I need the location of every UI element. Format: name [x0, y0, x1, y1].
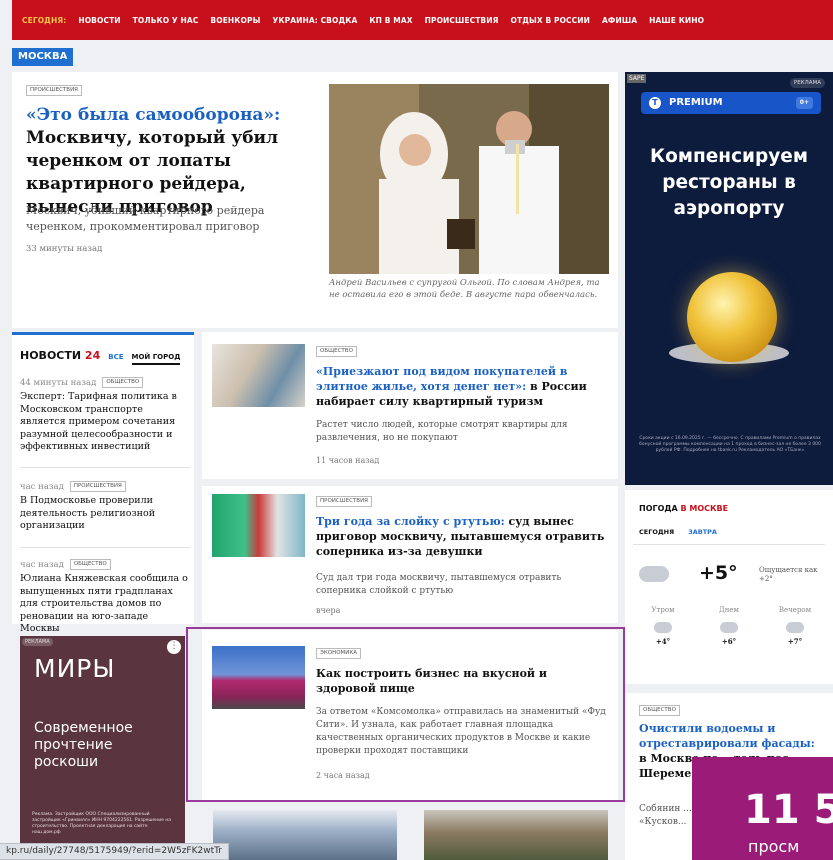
- story-lead: Растет число людей, которые смотрят квар…: [316, 420, 568, 443]
- forecast-evening: Вечером +7°: [765, 606, 825, 646]
- news24-header: НОВОСТИ 24 ВСЕ МОЙ ГОРОД: [20, 349, 181, 365]
- story-thumbnail[interactable]: [212, 344, 305, 407]
- tab-my-city[interactable]: МОЙ ГОРОД: [131, 353, 181, 365]
- list-item-tag[interactable]: ОБЩЕСТВО: [102, 377, 144, 388]
- story-title[interactable]: Три года за слойку с ртутью: суд вынес п…: [316, 514, 606, 559]
- featured-title[interactable]: «Это была самооборона»: Москвичу, которы…: [26, 104, 324, 219]
- premium-ad-banner[interactable]: SAPE РЕКЛАМА T PREMIUM 0+ Компенсируем р…: [625, 72, 833, 485]
- story-card[interactable]: ОБЩЕСТВО «Приезжают под видом покупателе…: [202, 332, 618, 479]
- sape-label: SAPE: [627, 74, 647, 83]
- news24-title: НОВОСТИ 24: [20, 349, 101, 362]
- list-item-text[interactable]: В Подмосковье проверили деятельность рел…: [20, 495, 190, 533]
- divider: [20, 467, 190, 468]
- current-temperature: +5°: [699, 562, 738, 584]
- list-item-text[interactable]: Юлиана Княжевская сообщила о выпущенных …: [20, 573, 190, 636]
- divider: [633, 544, 825, 545]
- ad-label[interactable]: РЕКЛАМА: [22, 638, 53, 646]
- rain-cloud-icon: [720, 622, 738, 633]
- list-item-text[interactable]: Эксперт: Тарифная политика в Московском …: [20, 391, 190, 454]
- views-counter-overlay[interactable]: 11 5 просм: [692, 757, 833, 860]
- forecast-temp: +6°: [721, 637, 737, 646]
- weather-title: ПОГОДА В МОСКВЕ: [639, 504, 729, 513]
- age-rating-badge: 0+: [795, 97, 813, 109]
- forecast-temp: +7°: [787, 637, 803, 646]
- cloud-icon: [639, 566, 669, 582]
- tab-today[interactable]: СЕГОДНЯ: [639, 528, 674, 536]
- featured-time: 33 минуты назад: [26, 244, 103, 254]
- featured-photo[interactable]: [329, 84, 609, 274]
- more-options-icon[interactable]: ⋮: [167, 640, 181, 654]
- premium-brand-bar: T PREMIUM 0+: [641, 92, 821, 114]
- premium-brand-text: PREMIUM: [669, 97, 723, 108]
- tab-tomorrow[interactable]: ЗАВТРА: [688, 528, 717, 536]
- tab-all[interactable]: ВСЕ: [108, 353, 123, 361]
- weather-tabs: СЕГОДНЯ ЗАВТРА: [639, 528, 717, 536]
- views-label: просм: [748, 837, 800, 856]
- list-item[interactable]: 44 минуты назад ОБЩЕСТВО Эксперт: Тарифна…: [20, 377, 190, 454]
- ad-label[interactable]: РЕКЛАМА: [789, 78, 825, 88]
- ad-fine-print: Сроки акции с 16.09.2025 г. — бессрочно.…: [639, 436, 821, 453]
- top-nav: СЕГОДНЯ: НОВОСТИ ТОЛЬКО У НАС ВОЕНКОРЫ У…: [12, 0, 833, 40]
- story-title[interactable]: «Приезжают под видом покупателей в элитн…: [316, 364, 606, 409]
- weather-widget: ПОГОДА В МОСКВЕ СЕГОДНЯ ЗАВТРА +5° Ощуща…: [625, 490, 833, 684]
- story-lead: Суд дал три года москвичу, пытавшемуся о…: [316, 573, 562, 596]
- list-item-time: 44 минуты назад: [20, 377, 97, 388]
- forecast-temp: +4°: [655, 637, 671, 646]
- featured-story[interactable]: ПРОИСШЕСТВИЯ «Это была самооборона»: Мос…: [12, 72, 618, 328]
- nav-item-incidents[interactable]: ПРОИСШЕСТВИЯ: [425, 16, 499, 25]
- story-tag[interactable]: ПРОИСШЕСТВИЯ: [316, 496, 373, 507]
- story-tag[interactable]: ОБЩЕСТВО: [639, 705, 680, 716]
- list-item-time: час назад: [20, 481, 64, 492]
- story-thumbnail[interactable]: [212, 494, 305, 557]
- rain-cloud-icon: [786, 622, 804, 633]
- forecast-label: Вечером: [778, 606, 812, 614]
- nav-item-kp-max[interactable]: КП В MAX: [369, 16, 412, 25]
- nav-item-ukraine-summary[interactable]: УКРАИНА: СВОДКА: [272, 16, 357, 25]
- forecast-day: Днем +6°: [699, 606, 759, 646]
- story-thumbnail[interactable]: [213, 810, 397, 860]
- link-status-bar: kp.ru/daily/27748/5175949/?erid=2W5zFK2w…: [0, 843, 229, 860]
- city-label[interactable]: МОСКВА: [12, 48, 74, 66]
- list-item-time: час назад: [20, 559, 64, 570]
- views-count: 11 5: [744, 787, 833, 833]
- nav-item-news[interactable]: НОВОСТИ: [78, 16, 120, 25]
- tbank-logo-icon: T: [649, 97, 661, 109]
- featured-title-quote[interactable]: «Это была самооборона»:: [26, 105, 280, 125]
- ad-brand-logo: МИРЫ: [34, 654, 116, 683]
- nav-today-label: СЕГОДНЯ:: [22, 15, 67, 25]
- feels-like-text: Ощущается как +2°: [759, 566, 818, 583]
- nav-item-travel-russia[interactable]: ОТДЫХ В РОССИИ: [511, 16, 591, 25]
- nav-item-war-correspondents[interactable]: ВОЕНКОРЫ: [210, 16, 260, 25]
- featured-lead: Москвич, убивший квартирного рейдера чер…: [26, 204, 265, 233]
- nav-item-exclusive[interactable]: ТОЛЬКО У НАС: [133, 16, 199, 25]
- story-tag[interactable]: ОБЩЕСТВО: [316, 346, 357, 357]
- story-card[interactable]: ПРОИСШЕСТВИЯ Три года за слойку с ртутью…: [202, 486, 618, 623]
- story-time: 11 часов назад: [316, 456, 380, 465]
- ad-headline: Компенсируем рестораны в аэропорту: [650, 146, 808, 219]
- divider: [20, 547, 190, 548]
- story-time: вчера: [316, 606, 341, 615]
- ad-fine-print: Реклама. Застройщик ООО Специализированн…: [32, 812, 172, 835]
- featured-tag[interactable]: ПРОИСШЕСТВИЯ: [26, 85, 83, 96]
- forecast-label: Утром: [651, 606, 675, 614]
- news24-title-number: 24: [84, 349, 101, 362]
- forecast-label: Днем: [719, 606, 739, 614]
- news24-panel: НОВОСТИ 24 ВСЕ МОЙ ГОРОД 44 минуты назад…: [12, 332, 194, 634]
- list-item[interactable]: час назад ОБЩЕСТВО Юлиана Княжевская сооб…: [20, 559, 190, 636]
- featured-photo-art: [329, 84, 609, 274]
- weather-title-city: В МОСКВЕ: [677, 504, 729, 513]
- list-item-tag[interactable]: ОБЩЕСТВО: [69, 559, 111, 570]
- featured-photo-caption: Андрей Васильев с супругой Ольгой. По сл…: [329, 278, 600, 300]
- nav-item-afisha[interactable]: АФИША: [602, 16, 637, 25]
- list-item[interactable]: час назад ПРОИСШЕСТВИЯ В Подмосковье пров…: [20, 481, 190, 533]
- list-item-tag[interactable]: ПРОИСШЕСТВИЯ: [69, 481, 126, 492]
- story-highlight-frame: [186, 627, 625, 802]
- story-thumbnail[interactable]: [424, 810, 608, 860]
- cloud-icon: [654, 622, 672, 633]
- forecast-morning: Утром +4°: [633, 606, 693, 646]
- nav-item-our-cinema[interactable]: НАШЕ КИНО: [649, 16, 704, 25]
- ad-dessert-image: [687, 272, 777, 362]
- miry-ad-banner[interactable]: РЕКЛАМА ⋮ МИРЫ Современное прочтение рос…: [20, 636, 185, 860]
- ad-slogan: Современное прочтение роскоши: [34, 720, 133, 770]
